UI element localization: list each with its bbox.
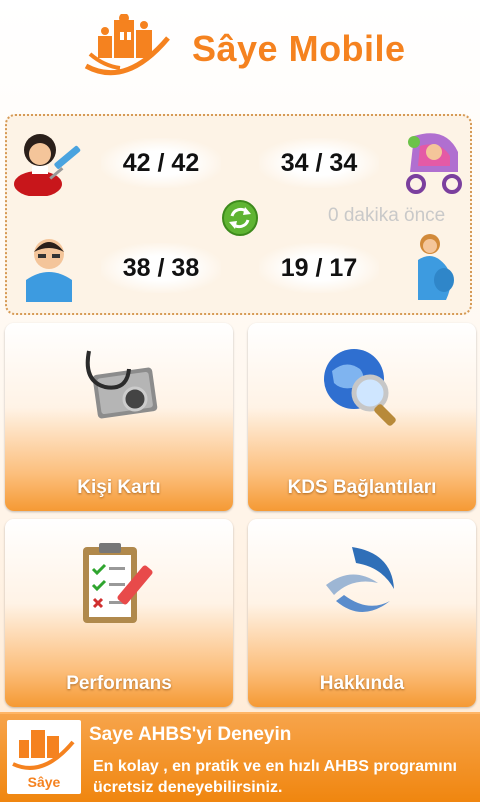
- baby-stroller-icon: [406, 133, 462, 194]
- stethoscope-icon: [85, 350, 158, 419]
- app-title: Sâye Mobile: [192, 28, 406, 69]
- clipboard-checklist-icon: [83, 543, 153, 623]
- tile-label: KDS Bağlantıları: [287, 477, 437, 498]
- banner-description: En kolay , en pratik ve en hızlı AHBS pr…: [93, 758, 457, 796]
- tile-kisi-karti[interactable]: Kişi Kartı: [5, 323, 233, 511]
- family-logo-icon: [84, 14, 170, 76]
- tile-label: Kişi Kartı: [77, 477, 161, 498]
- app-header: Sâye Mobile: [0, 0, 480, 108]
- vaccination-stat: 42 / 42: [101, 138, 221, 188]
- globe-search-icon: [324, 349, 396, 426]
- nurse-vaccine-icon: [14, 134, 81, 196]
- promo-banner[interactable]: Sâye Saye AHBS'yi Deneyin En kolay , en …: [0, 712, 480, 802]
- tile-performans[interactable]: Performans: [5, 519, 233, 707]
- tile-label: Performans: [66, 673, 172, 694]
- banner-logo-text: Sâye: [27, 774, 61, 790]
- tile-label: Hakkında: [319, 673, 405, 694]
- saye-logo-icon: Sâye: [7, 720, 81, 794]
- swirl-arrows-icon: [326, 547, 394, 612]
- pregnant-stat: 19 / 17: [259, 243, 379, 293]
- refresh-icon[interactable]: [221, 199, 259, 237]
- banner-title: Saye AHBS'yi Deneyin: [89, 724, 292, 745]
- child-stat: 38 / 38: [101, 243, 221, 293]
- tile-kds-baglantilari[interactable]: KDS Bağlantıları: [248, 323, 476, 511]
- child-icon: [26, 239, 72, 302]
- infant-stat: 34 / 34: [259, 138, 379, 188]
- last-updated-text: 0 dakika önce: [328, 205, 446, 226]
- tile-hakkinda[interactable]: Hakkında: [248, 519, 476, 707]
- pregnant-woman-icon: [418, 234, 454, 300]
